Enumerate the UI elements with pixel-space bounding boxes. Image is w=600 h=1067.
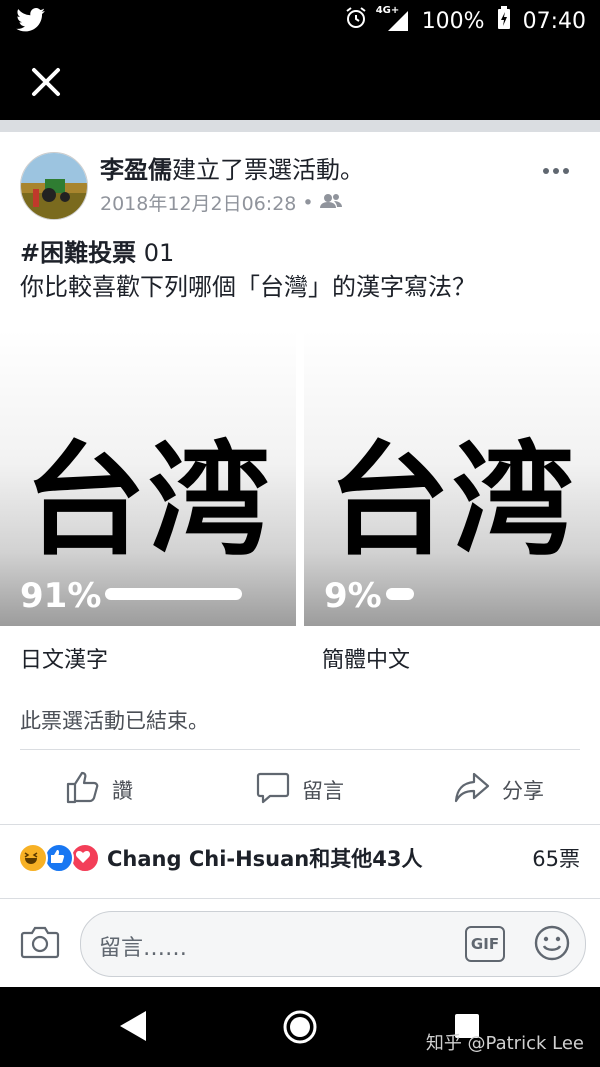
post-action: 建立了票選活動。 (172, 156, 364, 184)
poll-option-1[interactable]: 台湾 91% (0, 330, 296, 626)
top-divider (0, 120, 600, 132)
poll-option-2-glyph: 台湾 (328, 430, 576, 572)
reactions-bar[interactable]: Chang Chi-Hsuan和其他43人 65票 (0, 824, 600, 885)
home-icon[interactable] (282, 1009, 318, 1049)
poll-option-2-label: 簡體中文 (322, 648, 411, 673)
app-bar (0, 40, 600, 120)
like-label: 讚 (112, 778, 133, 803)
author-name[interactable]: 李盈儒 (100, 156, 172, 184)
reaction-summary[interactable]: Chang Chi-Hsuan和其他43人 (107, 843, 422, 873)
haha-reaction-icon (18, 843, 48, 873)
avatar[interactable] (20, 152, 88, 220)
poll-option-2[interactable]: 台湾 9% (304, 330, 600, 626)
comment-placeholder: 留言…… (99, 936, 188, 961)
reaction-icons (18, 843, 100, 873)
hashtag-suffix: 01 (136, 239, 175, 267)
post-timestamp[interactable]: 2018年12月2日06:28 (100, 189, 296, 216)
gif-button[interactable]: GIF (465, 926, 505, 962)
post-meta: 2018年12月2日06:28 • (100, 189, 342, 216)
like-button[interactable]: 讚 (66, 770, 133, 809)
signal-icon: 4G+ (376, 5, 410, 33)
poll: 台湾 91% 台湾 9% (0, 330, 600, 626)
like-reaction-icon (44, 843, 74, 873)
alarm-icon (344, 6, 368, 36)
post-actions: 讚 留言 分享 (0, 752, 600, 824)
post-header: 李盈儒建立了票選活動。 (100, 150, 364, 185)
comment-composer: 留言…… GIF (0, 898, 600, 987)
back-icon[interactable] (118, 1009, 148, 1047)
close-icon[interactable] (28, 64, 64, 100)
battery-charging-icon (497, 6, 511, 36)
poll-option-1-percent: 91% (20, 576, 102, 616)
hashtag[interactable]: #困難投票 (20, 239, 136, 267)
friends-audience-icon (319, 192, 342, 214)
comment-input[interactable]: 留言…… GIF (80, 911, 586, 977)
vote-count[interactable]: 65票 (532, 843, 580, 873)
share-icon (454, 770, 490, 809)
thumbs-up-icon (66, 770, 100, 809)
meta-dot: • (302, 191, 314, 214)
poll-option-1-bar (105, 588, 242, 600)
battery-percent: 100% (421, 8, 485, 34)
poll-ended-notice: 此票選活動已結束。 (20, 709, 209, 733)
poll-option-1-glyph: 台湾 (24, 430, 272, 572)
poll-option-2-bar (386, 588, 414, 600)
twitter-icon (16, 8, 46, 36)
camera-icon[interactable] (20, 925, 60, 963)
comment-label: 留言 (302, 778, 344, 803)
share-label: 分享 (502, 778, 544, 803)
poll-option-1-label: 日文漢字 (20, 648, 109, 673)
divider (20, 749, 580, 750)
system-nav-bar: 知乎 @Patrick Lee (0, 987, 600, 1067)
post-text: #困難投票 01 你比較喜歡下列哪個「台灣」的漢字寫法？ (20, 236, 476, 304)
watermark: 知乎 @Patrick Lee (425, 1033, 584, 1054)
sticker-smile-icon[interactable] (533, 924, 571, 966)
network-type: 4G+ (375, 5, 400, 16)
share-button[interactable]: 分享 (454, 770, 544, 809)
more-options-icon[interactable] (542, 160, 570, 179)
love-reaction-icon (70, 843, 100, 873)
comment-button[interactable]: 留言 (256, 770, 344, 809)
poll-question: 你比較喜歡下列哪個「台灣」的漢字寫法？ (20, 273, 476, 301)
clock-time: 07:40 (522, 8, 586, 34)
comment-icon (256, 770, 290, 809)
status-bar: 4G+ 100% 07:40 (0, 0, 600, 40)
poll-option-2-percent: 9% (324, 576, 382, 616)
